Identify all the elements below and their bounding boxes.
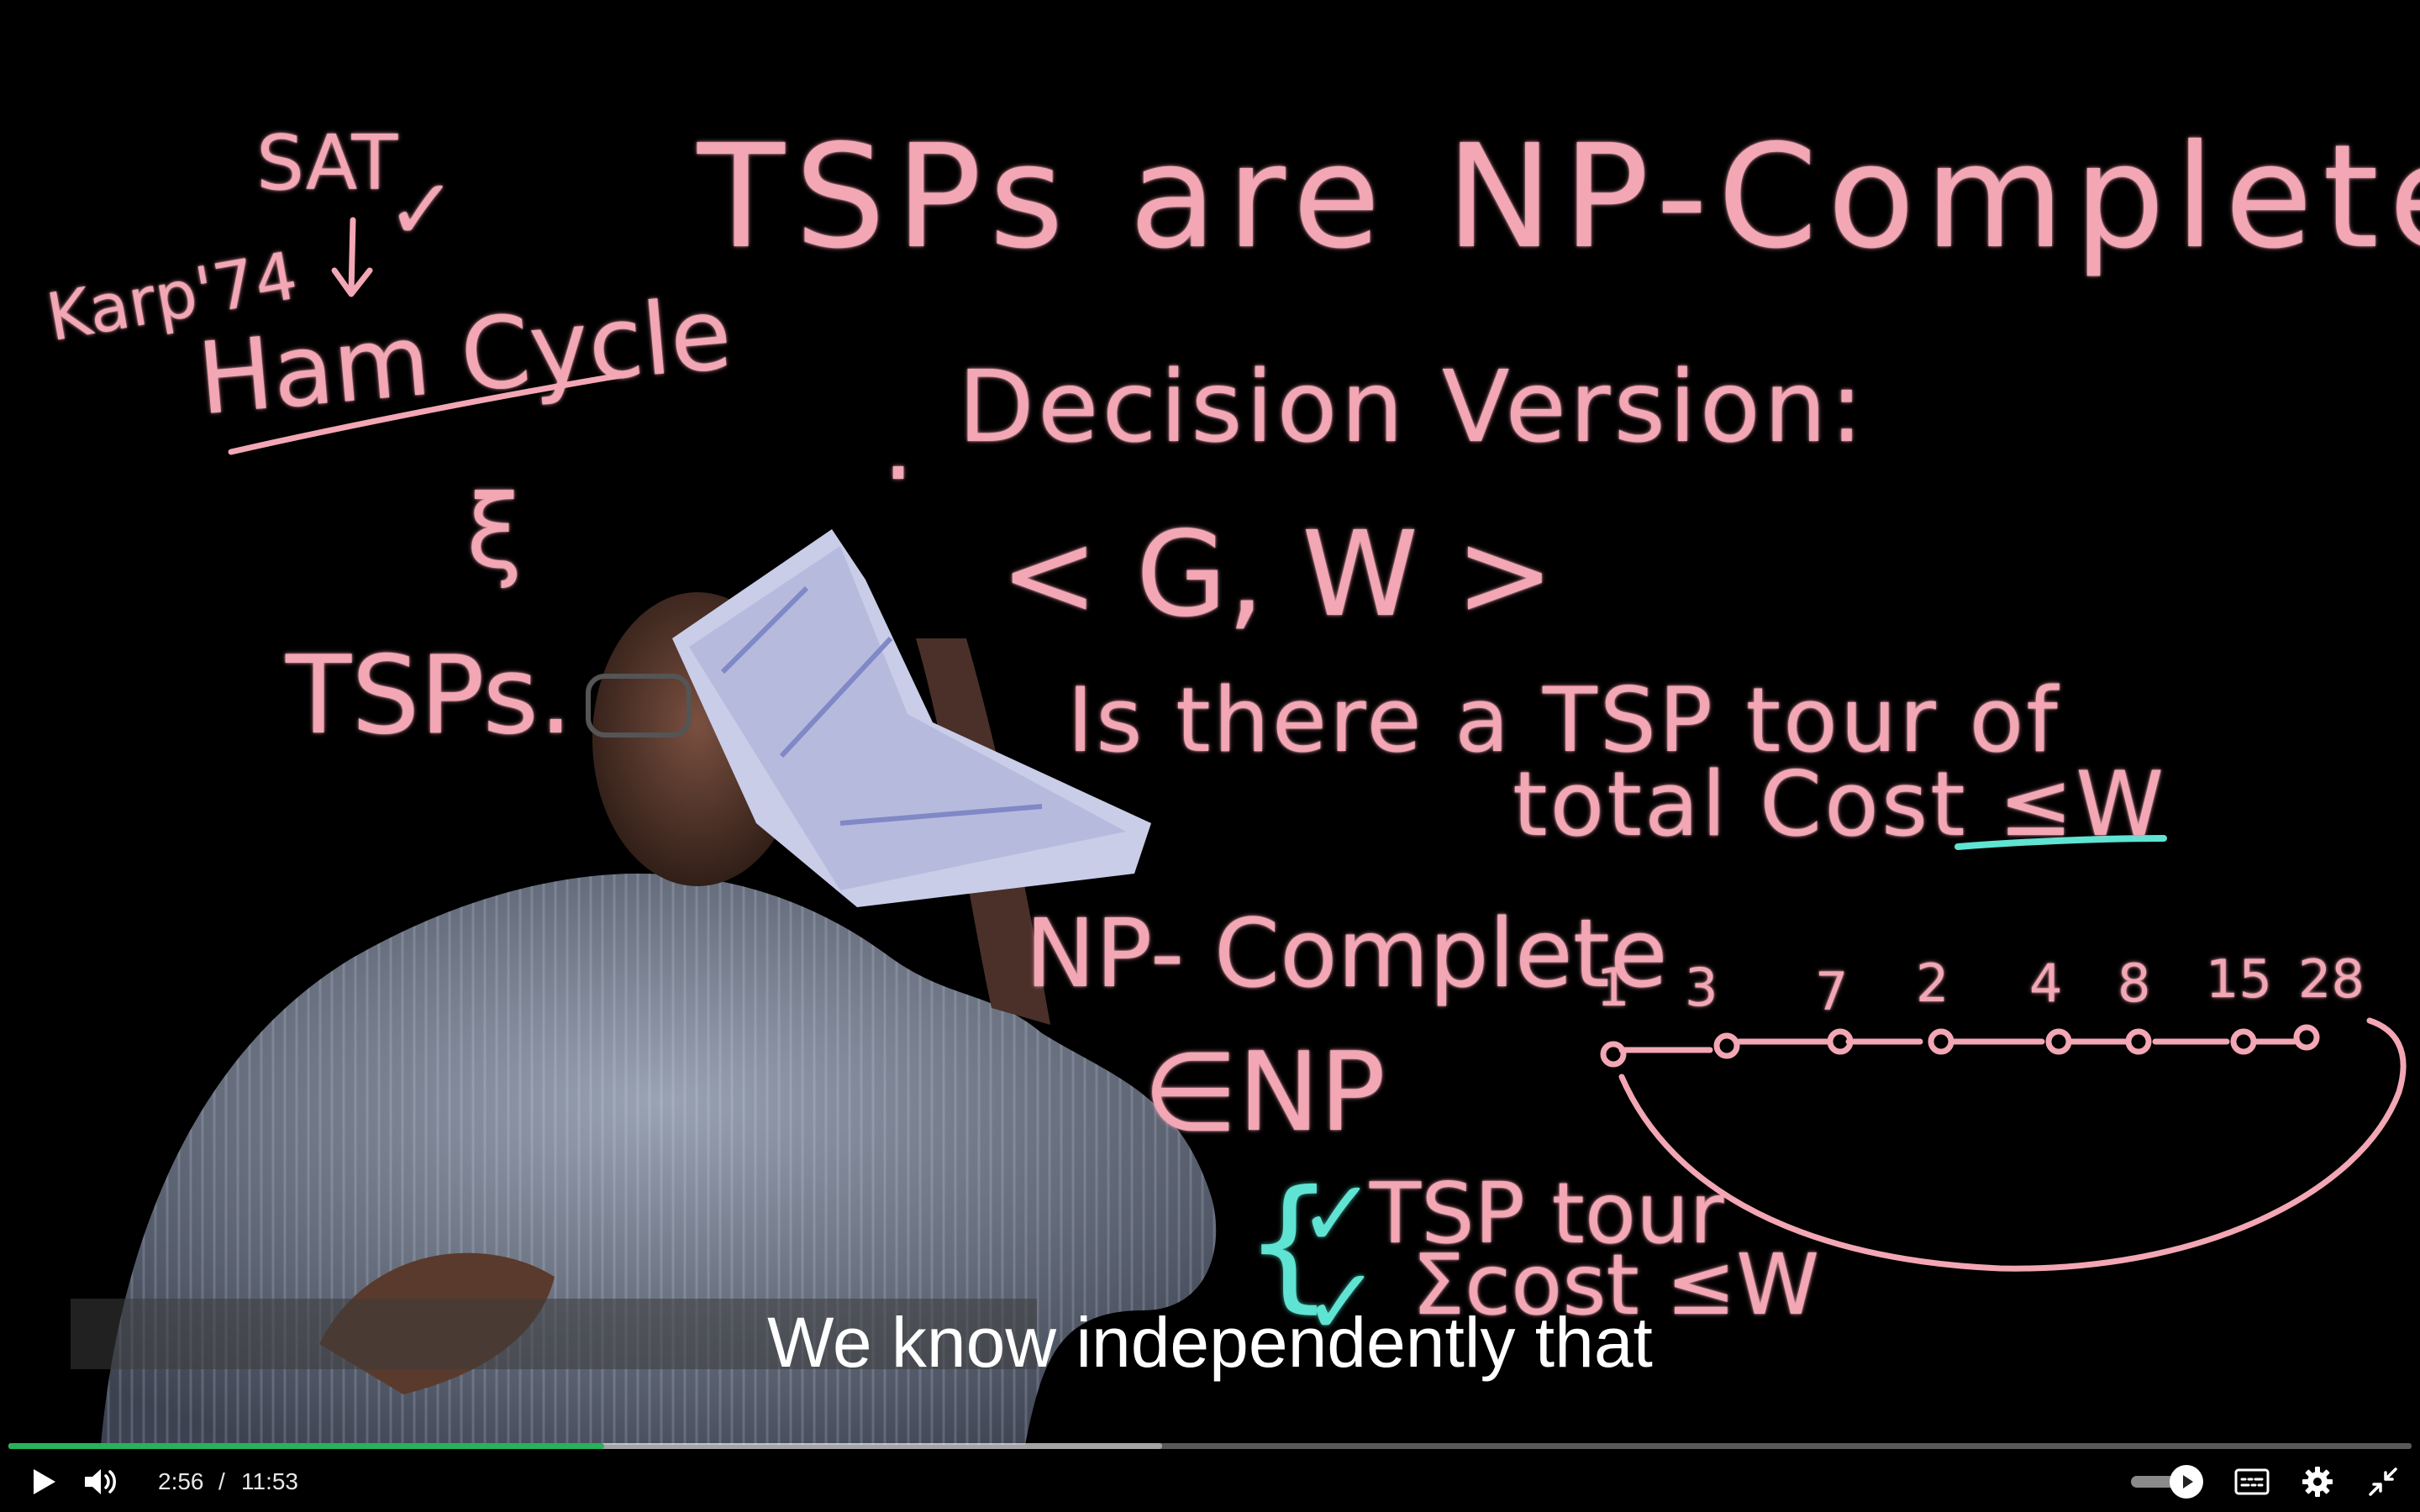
tour-arc <box>1618 1017 2407 1272</box>
node-label: 8 <box>2118 953 2151 1014</box>
play-icon <box>34 1469 55 1494</box>
volume-button[interactable] <box>77 1452 124 1512</box>
node-label: 4 <box>2029 953 2063 1014</box>
exit-fullscreen-icon <box>2369 1467 2397 1496</box>
tsps-label: TSPs. <box>286 633 573 759</box>
path-graph-nodes <box>1600 1024 2320 1068</box>
node-label: 1 <box>1597 957 1630 1018</box>
node-label: 2 <box>1916 953 1949 1014</box>
settings-button[interactable] <box>2294 1452 2341 1512</box>
board-title: TSPs are NP-Complete <box>697 114 2420 281</box>
duration: 11:53 <box>241 1468 298 1494</box>
in-np-label: ∈NP <box>1143 1028 1386 1156</box>
path-graph-edges <box>1618 1038 2297 1053</box>
node-label: 7 <box>1815 961 1849 1022</box>
question-line-2: total Cost ≤W <box>1512 753 2167 856</box>
subtitle-caption: We know independently that <box>767 1303 1653 1382</box>
sat-arrow <box>331 217 373 297</box>
decision-version-label: Decision Version: <box>958 349 1867 465</box>
node-label: 28 <box>2298 948 2365 1010</box>
instance-label: < G, W > <box>1000 507 1555 643</box>
time-separator: / <box>218 1468 225 1494</box>
exit-fullscreen-button[interactable] <box>2360 1452 2407 1512</box>
node-label: 3 <box>1685 957 1718 1018</box>
reduction-brace: ξ <box>466 475 523 591</box>
np-complete-label: NP- Complete <box>1025 900 1668 1009</box>
settings-icon <box>2302 1467 2333 1497</box>
sat-label: SAT <box>256 119 398 207</box>
toggle-knob <box>2170 1465 2203 1499</box>
current-time: 2:56 <box>158 1468 204 1494</box>
verify-check-1: ✓ <box>1298 1160 1376 1268</box>
play-button[interactable] <box>20 1452 67 1512</box>
hd-toggle[interactable] <box>2126 1452 2210 1512</box>
video-frame[interactable]: TSPs are NP-Complete SAT Karp'74 ✓ Ham C… <box>0 0 2420 1512</box>
captions-button[interactable] <box>2228 1452 2275 1512</box>
bullet-dot: . <box>882 386 915 503</box>
volume-icon <box>85 1469 116 1494</box>
progress-played <box>8 1443 604 1449</box>
player-controls: 2:56 / 11:53 <box>0 1452 2420 1512</box>
check-sat-ham: ✓ <box>387 160 457 259</box>
node-label: 15 <box>2206 948 2272 1010</box>
captions-icon <box>2234 1468 2270 1495</box>
progress-bar[interactable] <box>8 1443 2412 1449</box>
